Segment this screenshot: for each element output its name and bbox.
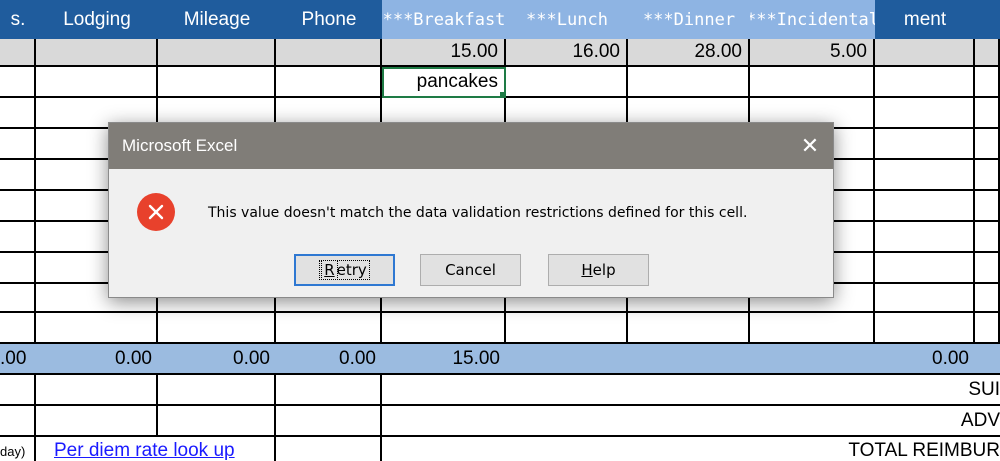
cell[interactable]	[158, 406, 276, 437]
cell[interactable]	[506, 67, 628, 98]
active-cell-breakfast[interactable]: pancakes	[382, 67, 506, 98]
total-cell[interactable]: .00	[0, 344, 36, 375]
total-cell-breakfast[interactable]: 15.00	[382, 344, 506, 375]
header-cell-empty[interactable]	[975, 0, 1000, 39]
help-button[interactable]: Help	[548, 254, 649, 286]
rate-cell-lunch[interactable]: 16.00	[506, 39, 628, 67]
cell[interactable]	[36, 375, 158, 406]
cell[interactable]	[0, 39, 36, 67]
cell[interactable]	[875, 67, 975, 98]
cell[interactable]	[158, 313, 276, 344]
cell[interactable]	[0, 129, 36, 160]
cell[interactable]	[875, 39, 975, 67]
cell[interactable]	[158, 67, 276, 98]
header-cell-lunch[interactable]: ***Lunch	[506, 0, 628, 39]
rate-cell-dinner[interactable]: 28.00	[628, 39, 750, 67]
header-cell-mileage[interactable]: Mileage	[158, 0, 276, 39]
per-diem-link-cell[interactable]: Per diem rate look up	[36, 437, 276, 461]
help-button-label: Help	[581, 261, 616, 279]
cell[interactable]	[0, 284, 36, 313]
total-cell-mileage[interactable]: 0.00	[158, 344, 276, 375]
cell[interactable]	[975, 39, 1000, 67]
cell[interactable]	[628, 67, 750, 98]
cell[interactable]	[875, 222, 975, 253]
cell[interactable]	[36, 67, 158, 98]
header-cell-phone[interactable]: Phone	[276, 0, 382, 39]
cell[interactable]	[0, 191, 36, 222]
cell[interactable]	[276, 437, 382, 461]
cell[interactable]	[975, 98, 1000, 129]
cell[interactable]	[975, 67, 1000, 98]
cell[interactable]	[276, 39, 382, 67]
cell[interactable]	[0, 375, 36, 406]
cell[interactable]	[0, 253, 36, 284]
cell[interactable]	[875, 253, 975, 284]
cell[interactable]	[975, 313, 1000, 344]
cell[interactable]	[628, 313, 750, 344]
cell[interactable]	[158, 375, 276, 406]
cancel-button[interactable]: Cancel	[420, 254, 521, 286]
cell[interactable]	[0, 222, 36, 253]
cell[interactable]	[276, 406, 382, 437]
error-x-glyph	[148, 204, 164, 220]
total-cell-phone[interactable]: 0.00	[276, 344, 382, 375]
cell[interactable]	[975, 129, 1000, 160]
dialog-title: Microsoft Excel	[122, 136, 238, 155]
rate-cell-incidental[interactable]: 5.00	[750, 39, 875, 67]
cell[interactable]	[975, 253, 1000, 284]
header-cell-dinner[interactable]: ***Dinner	[628, 0, 750, 39]
cell[interactable]	[975, 284, 1000, 313]
summary-label-advance: ADV	[382, 406, 1000, 437]
footer-fragment: day)	[0, 437, 36, 461]
cell[interactable]	[975, 222, 1000, 253]
cell[interactable]	[0, 406, 36, 437]
cell[interactable]	[276, 313, 382, 344]
total-cell-reimbursement[interactable]: 0.00	[875, 344, 975, 375]
cell[interactable]	[875, 98, 975, 129]
cell[interactable]	[0, 67, 36, 98]
cell[interactable]	[158, 39, 276, 67]
per-diem-link[interactable]: Per diem rate look up	[54, 440, 235, 461]
total-cell-empty[interactable]	[975, 344, 1000, 375]
cell[interactable]	[875, 313, 975, 344]
cell[interactable]	[975, 191, 1000, 222]
close-icon: ✕	[800, 133, 820, 158]
summary-label-total-reimbursement: TOTAL REIMBUR	[382, 437, 1000, 461]
cell[interactable]	[0, 160, 36, 191]
cell[interactable]	[0, 98, 36, 129]
cell[interactable]	[975, 160, 1000, 191]
cell[interactable]	[0, 313, 36, 344]
cell[interactable]	[382, 313, 506, 344]
cell[interactable]	[875, 191, 975, 222]
validation-error-dialog: Microsoft Excel ✕ This value doesn't mat…	[108, 122, 834, 298]
header-cell[interactable]: s.	[0, 0, 36, 39]
close-button[interactable]: ✕	[787, 123, 833, 169]
rate-cell-breakfast[interactable]: 15.00	[382, 39, 506, 67]
cell[interactable]	[36, 406, 158, 437]
header-cell-lodging[interactable]: Lodging	[36, 0, 158, 39]
cell[interactable]	[750, 313, 875, 344]
cancel-button-label: Cancel	[445, 261, 496, 279]
cell[interactable]	[506, 313, 628, 344]
cell[interactable]	[36, 313, 158, 344]
summary-label-subtotal: SUI	[382, 375, 1000, 406]
total-cell-lodging[interactable]: 0.00	[36, 344, 158, 375]
retry-button-label: Retry	[319, 260, 370, 280]
header-cell-breakfast[interactable]: ***Breakfast	[382, 0, 506, 39]
cell[interactable]	[875, 129, 975, 160]
cell[interactable]	[276, 67, 382, 98]
dialog-titlebar[interactable]: Microsoft Excel ✕	[109, 123, 833, 169]
cell[interactable]	[875, 160, 975, 191]
header-cell-incidental[interactable]: ***Incidental	[750, 0, 875, 39]
cell[interactable]	[36, 39, 158, 67]
cell[interactable]	[750, 67, 875, 98]
retry-button[interactable]: Retry	[294, 254, 395, 286]
total-cell-blank[interactable]	[506, 344, 875, 375]
cell[interactable]	[276, 375, 382, 406]
cell[interactable]	[875, 284, 975, 313]
error-icon	[137, 193, 175, 231]
header-cell-reimbursement[interactable]: ment	[875, 0, 975, 39]
dialog-message: This value doesn't match the data valida…	[208, 205, 748, 221]
